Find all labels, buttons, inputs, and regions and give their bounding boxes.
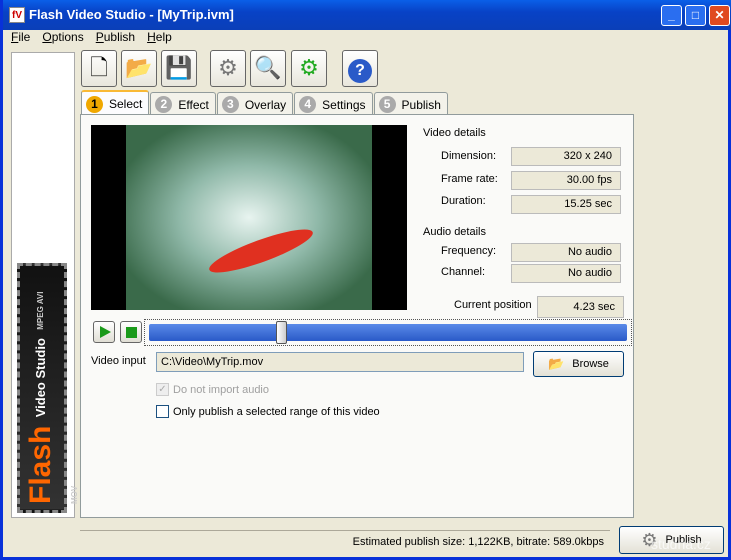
duration-label: Duration: xyxy=(441,195,486,207)
duration-value: 15.25 sec xyxy=(511,195,621,214)
help-icon: ? xyxy=(348,59,372,83)
channel-value: No audio xyxy=(511,264,621,283)
channel-label: Channel: xyxy=(441,266,486,278)
step-tabs: 1 Select 2 Effect 3 Overlay 4 Settings 5 Publ… xyxy=(81,90,449,114)
publish-toolbar-button[interactable]: ⚙ xyxy=(291,50,327,87)
tab-label: Publish xyxy=(401,97,441,112)
checkbox-label: Only publish a selected range of this vi… xyxy=(173,405,380,418)
frequency-label: Frequency: xyxy=(441,245,497,257)
tab-select[interactable]: 1 Select xyxy=(81,90,150,114)
gears-play-icon: ⚙ xyxy=(299,55,319,80)
current-position-value: 4.23 sec xyxy=(537,296,624,318)
checkbox-unchecked[interactable] xyxy=(156,405,169,418)
logo-subtitle: Video Studio xyxy=(33,338,48,418)
video-input-field[interactable]: C:\Video\MyTrip.mov xyxy=(156,352,524,372)
save-button[interactable]: 💾 xyxy=(161,50,197,87)
browse-button[interactable]: 📂 Browse xyxy=(533,351,624,377)
flash-video-studio-logo: Flash Video Studio MPEG AVI MOV xyxy=(17,263,79,513)
logo-title: Flash xyxy=(24,425,57,504)
step-number: 5 xyxy=(378,96,396,113)
tab-settings[interactable]: 4 Settings xyxy=(294,92,373,114)
title-bar: fV Flash Video Studio - [MyTrip.ivm] _ □… xyxy=(3,0,731,30)
tab-overlay[interactable]: 3 Overlay xyxy=(216,92,294,114)
watermark: studna.cz xyxy=(651,536,711,552)
browse-label: Browse xyxy=(572,358,609,370)
video-frame xyxy=(126,125,372,310)
step-number: 3 xyxy=(221,96,239,113)
checkbox-label: Do not import audio xyxy=(173,383,269,396)
settings-button[interactable]: ⚙ xyxy=(210,50,246,87)
checkbox-checked-disabled: ✓ xyxy=(156,383,169,396)
app-icon: fV xyxy=(9,7,25,23)
tab-label: Select xyxy=(109,97,143,111)
dimension-value: 320 x 240 xyxy=(511,147,621,166)
window-title: Flash Video Studio - [MyTrip.ivm] xyxy=(29,7,234,22)
menu-publish[interactable]: Publish xyxy=(96,30,135,46)
menu-help[interactable]: Help xyxy=(147,30,172,46)
open-button[interactable]: 📂 xyxy=(121,50,157,87)
step-number: 4 xyxy=(299,96,317,113)
audio-details-heading: Audio details xyxy=(423,226,486,238)
save-disk-icon: 💾 xyxy=(165,55,193,80)
kayak-image xyxy=(205,221,317,281)
select-panel: Video details Dimension: 320 x 240 Frame… xyxy=(80,114,634,518)
maximize-button[interactable]: □ xyxy=(685,5,706,26)
video-preview xyxy=(91,125,407,310)
help-button[interactable]: ? xyxy=(342,50,378,87)
tab-effect[interactable]: 2 Effect xyxy=(150,92,216,114)
open-folder-icon: 📂 xyxy=(548,356,565,371)
open-folder-icon: 📂 xyxy=(125,55,153,80)
step-number: 1 xyxy=(86,95,103,113)
position-slider[interactable] xyxy=(144,319,632,346)
close-button[interactable]: ✕ xyxy=(709,5,730,26)
current-position-label: Current position xyxy=(454,299,532,311)
play-icon xyxy=(100,326,111,338)
no-audio-checkbox: ✓ Do not import audio xyxy=(156,383,269,396)
sidebar-logo-panel: Flash Video Studio MPEG AVI MOV xyxy=(11,52,79,518)
video-details-heading: Video details xyxy=(423,127,486,139)
tab-label: Settings xyxy=(322,97,366,112)
app-window: fV Flash Video Studio - [MyTrip.ivm] _ □… xyxy=(0,0,731,560)
tab-label: Effect xyxy=(178,97,209,112)
menu-bar: File Options Publish Help xyxy=(6,30,172,46)
stop-icon xyxy=(126,327,137,338)
menu-options[interactable]: Options xyxy=(42,30,83,46)
status-bar: Estimated publish size: 1,122KB, bitrate… xyxy=(80,530,610,552)
step-number: 2 xyxy=(155,96,173,113)
magnifier-icon: 🔍 xyxy=(254,55,282,80)
minimize-button[interactable]: _ xyxy=(661,5,682,26)
new-button[interactable]: 🗋 xyxy=(81,50,117,87)
framerate-label: Frame rate: xyxy=(441,173,498,185)
tab-label: Overlay xyxy=(244,97,287,112)
video-input-label: Video input xyxy=(91,355,146,367)
tab-publish[interactable]: 5 Publish xyxy=(373,92,448,114)
slider-track xyxy=(149,321,627,344)
framerate-value: 30.00 fps xyxy=(511,171,621,190)
gears-icon: ⚙ xyxy=(218,55,238,80)
preview-button[interactable]: 🔍 xyxy=(250,50,286,87)
slider-thumb[interactable] xyxy=(276,321,288,344)
dimension-label: Dimension: xyxy=(441,150,497,162)
stop-button[interactable] xyxy=(120,321,142,343)
menu-file[interactable]: File xyxy=(11,30,30,46)
new-file-icon: 🗋 xyxy=(90,55,108,80)
frequency-value: No audio xyxy=(511,243,621,262)
play-button[interactable] xyxy=(93,321,115,343)
range-checkbox[interactable]: Only publish a selected range of this vi… xyxy=(156,405,380,418)
